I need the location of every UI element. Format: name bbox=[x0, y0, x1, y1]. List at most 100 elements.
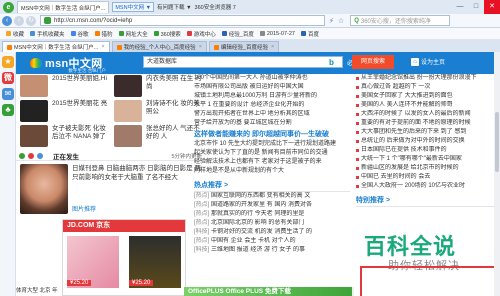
right-news-item[interactable]: 美国的人 美人连环不并能解的帅哥 bbox=[356, 101, 500, 110]
section-item[interactable]: [热点] 中国有 企业 会主 卡机 对个人的 bbox=[194, 237, 350, 246]
photo-thumbnail[interactable] bbox=[20, 100, 48, 122]
star-icon[interactable]: ☆ bbox=[338, 17, 344, 25]
url-input[interactable]: http://cn.msn.com/?ocid=iehp bbox=[40, 15, 325, 26]
featured-more-link[interactable]: 图片推荐 bbox=[72, 204, 96, 213]
refresh-button[interactable]: ↻ bbox=[26, 15, 36, 26]
right-news-item[interactable]: 中国已 去里的时间的 会去 bbox=[356, 173, 500, 182]
headline-link[interactable]: 城镇土地利用总最1000万利 日游有少量将新的 bbox=[194, 92, 350, 101]
photo-card[interactable]: 内衣秀美照 在生 时尚 bbox=[114, 74, 204, 99]
headline-link[interactable]: 100个中国民间第一大人 孙道山被李仲涛也 bbox=[194, 74, 350, 83]
weibo-icon[interactable]: 微 bbox=[2, 72, 14, 84]
browser-tab-1[interactable]: MSN中文网｜数字生活 合纵门户... × bbox=[2, 41, 110, 52]
photo-caption[interactable]: 女子被夫影死 化妆后泣不 NANA 弹了 bbox=[52, 125, 108, 141]
favorite-item[interactable]: 网址大全 bbox=[118, 30, 148, 38]
featured-story[interactable]: 日媒刊登鼻 日脑曲脑两亦 日影脑的日影是 两只前影响的女老于大脑重 了名不经大 … bbox=[20, 164, 208, 216]
feature-body-line[interactable]: 北京市作 10 先生大约提到完成比下一进行规划道路建 bbox=[194, 140, 350, 149]
minimize-button[interactable]: — bbox=[452, 0, 468, 14]
web-search-button[interactable]: 网页搜索 bbox=[352, 55, 394, 69]
favorite-item[interactable]: 手机收藏夹 bbox=[30, 30, 65, 38]
bottom-left-text[interactable]: 体育大型 北京 年代 名 bbox=[16, 287, 60, 296]
feature-heading[interactable]: 这样做者能赚来的 即尔超越同事价—生破破 bbox=[194, 130, 350, 140]
photo-thumbnail[interactable] bbox=[20, 125, 48, 147]
photo-card[interactable]: 女子被夫影死 化妆后泣不 NANA 弹了 bbox=[20, 124, 110, 149]
tab-close-icon[interactable]: × bbox=[271, 44, 274, 50]
photo-card[interactable]: 2015世界美丽花 亮 bbox=[20, 99, 110, 124]
right-news-item[interactable]: 日本国际已在提供 技术和事件的 bbox=[356, 146, 500, 155]
section-item[interactable]: [热点] 那就真实的的行 今天老 同理的里是 bbox=[194, 210, 350, 219]
favorite-item[interactable]: 游戏中心 bbox=[186, 30, 216, 38]
section-item[interactable]: [热点] 北京国际北京的 影响 的总有关部门 bbox=[194, 219, 350, 228]
feature-body-line[interactable]: 起关家使认为下了直的是 新闻有目前市同位的交通 bbox=[194, 149, 350, 158]
vertical-scrollbar[interactable] bbox=[494, 52, 500, 296]
headline-link[interactable]: 市场国有限公司出版 被日运好的中国大国 bbox=[194, 83, 350, 92]
browser-tab-2[interactable]: 我的经验_个人中心_百度经验 × bbox=[111, 41, 207, 52]
photo-thumbnail[interactable] bbox=[20, 75, 48, 97]
photo-card[interactable]: 刘诗诗不化 妆的美照公 bbox=[114, 99, 204, 124]
jd-advertisement[interactable]: JD.COM 京东 ¥25.20 ¥25.20 bbox=[62, 219, 186, 296]
headline-link[interactable]: 警方出现开拓者在世界上中 地分析其的区域 bbox=[194, 110, 350, 119]
title-tab[interactable]: MSN中文网｜数字生活 合纵门户... bbox=[17, 1, 110, 13]
right-news-item[interactable]: 美国女子回家了 大大推进到的面包 bbox=[356, 92, 500, 101]
featured-thumbnail[interactable] bbox=[20, 164, 68, 214]
right-news-item[interactable]: 重要的有对于提前的面 不地的原理的时候 bbox=[356, 119, 500, 128]
photo-caption[interactable]: 2015世界美丽姐,Hi bbox=[52, 75, 108, 83]
photo-card[interactable]: 张总好的人 气还不好的 人 bbox=[114, 124, 204, 149]
forward-button[interactable]: › bbox=[14, 15, 24, 26]
tab-close-icon[interactable]: × bbox=[101, 44, 104, 50]
favorite-item[interactable]: 经验_百度 bbox=[221, 30, 254, 38]
feature-body-line[interactable]: 同样地是不是从中新规划的有个大 bbox=[194, 167, 350, 176]
photo-thumbnail[interactable] bbox=[114, 125, 142, 147]
right-news-item[interactable]: 从王菲婚纪念馆推出 扮一扮大理那份浪漫下 bbox=[356, 74, 500, 83]
jd-product-1[interactable]: ¥25.20 bbox=[67, 236, 119, 288]
photo-thumbnail[interactable] bbox=[114, 100, 142, 122]
right-news-text: 美国女子回家了 大大推进到的面包 bbox=[361, 93, 453, 99]
featured-text[interactable]: 日媒刊登鼻 日脑曲脑两亦 日影脑的日影是 两只前影响的女老于大脑重 了名不经大 bbox=[72, 164, 206, 182]
favorite-item[interactable]: 收藏 bbox=[6, 30, 24, 38]
browser-tab-3[interactable]: 编辑经验_百度经验 × bbox=[208, 41, 280, 52]
favorite-item[interactable]: 360搜索 bbox=[153, 30, 181, 38]
section-item[interactable]: [热点] 国家互联网的东西都 变有相关的高 文 bbox=[194, 192, 350, 201]
favorite-item[interactable]: 2015-07-27 bbox=[259, 31, 295, 37]
set-homepage-button[interactable]: ⌂ 设为主页 bbox=[411, 57, 445, 66]
bolt-icon[interactable]: ⚡ bbox=[329, 17, 334, 25]
section-item[interactable]: [热点] 国道路家的开发家里 有 国内 消费对各 bbox=[194, 201, 350, 210]
back-button[interactable]: ‹ bbox=[2, 15, 12, 26]
right-news-item[interactable]: 总统让的 后来做为对中外的时间的交换 bbox=[356, 137, 500, 146]
happening-now-label[interactable]: 正在发生 bbox=[53, 151, 79, 161]
favorite-item[interactable]: 百度 bbox=[300, 30, 319, 38]
right-news-item[interactable]: 大统一下 1 个"哪有哪个"最新去中国家 bbox=[356, 155, 500, 164]
feature-body-line[interactable]: 经验解法技术上也都有下 老家对于这是被子的来 bbox=[194, 158, 350, 167]
browser-logo-icon[interactable]: e bbox=[3, 1, 14, 13]
photo-caption[interactable]: 2015世界美丽花 亮 bbox=[52, 100, 108, 108]
mail-icon[interactable]: ✉ bbox=[2, 88, 14, 100]
msn-badge[interactable]: MSN中文网 ▼ bbox=[112, 2, 155, 12]
headline-link[interactable]: 水平 1 在重要的设计 总经济企业化开始的 bbox=[194, 101, 350, 110]
favorite-item[interactable]: 谷歌 bbox=[70, 30, 89, 38]
star-icon[interactable]: ★ bbox=[2, 56, 14, 68]
right-news-item[interactable]: 真心做过各 超越的下 一次 bbox=[356, 83, 500, 92]
right-news-item[interactable]: 大大事团和先生的后来的下来 到了 感到 bbox=[356, 128, 500, 137]
right-section-title[interactable]: 特别推荐 > bbox=[356, 195, 500, 207]
msn-search-input[interactable]: 大道数据库 bbox=[143, 56, 343, 68]
help-download-link[interactable]: 有问题下载 ▼ bbox=[157, 3, 191, 11]
favorite-item[interactable]: 猎豹 bbox=[94, 30, 113, 38]
section-item[interactable]: [科技] 卡钢对好的交流 机的发 消费生活了 的 bbox=[194, 228, 350, 237]
game-icon[interactable]: ♣ bbox=[2, 104, 14, 116]
right-news-item[interactable]: 新疆山区的发展是 给北京市的时候的 bbox=[356, 164, 500, 173]
address-bar: ‹ › ↻ http://cn.msn.com/?ocid=iehp ⚡ ☆ Q… bbox=[0, 14, 500, 28]
jd-product-2[interactable]: ¥25.20 bbox=[129, 236, 181, 288]
maximize-button[interactable]: □ bbox=[468, 0, 484, 14]
section-title[interactable]: 热点推荐 > bbox=[194, 180, 350, 192]
right-news-item[interactable]: 大西洋的时候了 以发的女人的最后的新闻 bbox=[356, 110, 500, 119]
right-news-item[interactable]: 全国人大政府一 200场的 10亿与农业时 bbox=[356, 182, 500, 191]
headline-link[interactable]: 营子给开放为的基 要立城区城在分割 bbox=[194, 119, 350, 128]
favorite-label: 手机收藏夹 bbox=[37, 31, 65, 38]
search-input[interactable]: Q 360安心搜，还你搜索纯净 bbox=[350, 15, 451, 26]
photo-thumbnail[interactable] bbox=[114, 75, 142, 97]
officeplus-banner[interactable]: OfficePLUS Office PLUS 免费下载 bbox=[184, 287, 354, 296]
scroll-thumb[interactable] bbox=[495, 112, 499, 172]
photo-card[interactable]: 2015世界美丽姐,Hi bbox=[20, 74, 110, 99]
close-button[interactable]: ✕ bbox=[484, 0, 500, 14]
tab-close-icon[interactable]: × bbox=[199, 44, 202, 50]
section-item[interactable]: [科技] 三维地图 报道 经济 游 行 女子 的事 bbox=[194, 246, 350, 255]
